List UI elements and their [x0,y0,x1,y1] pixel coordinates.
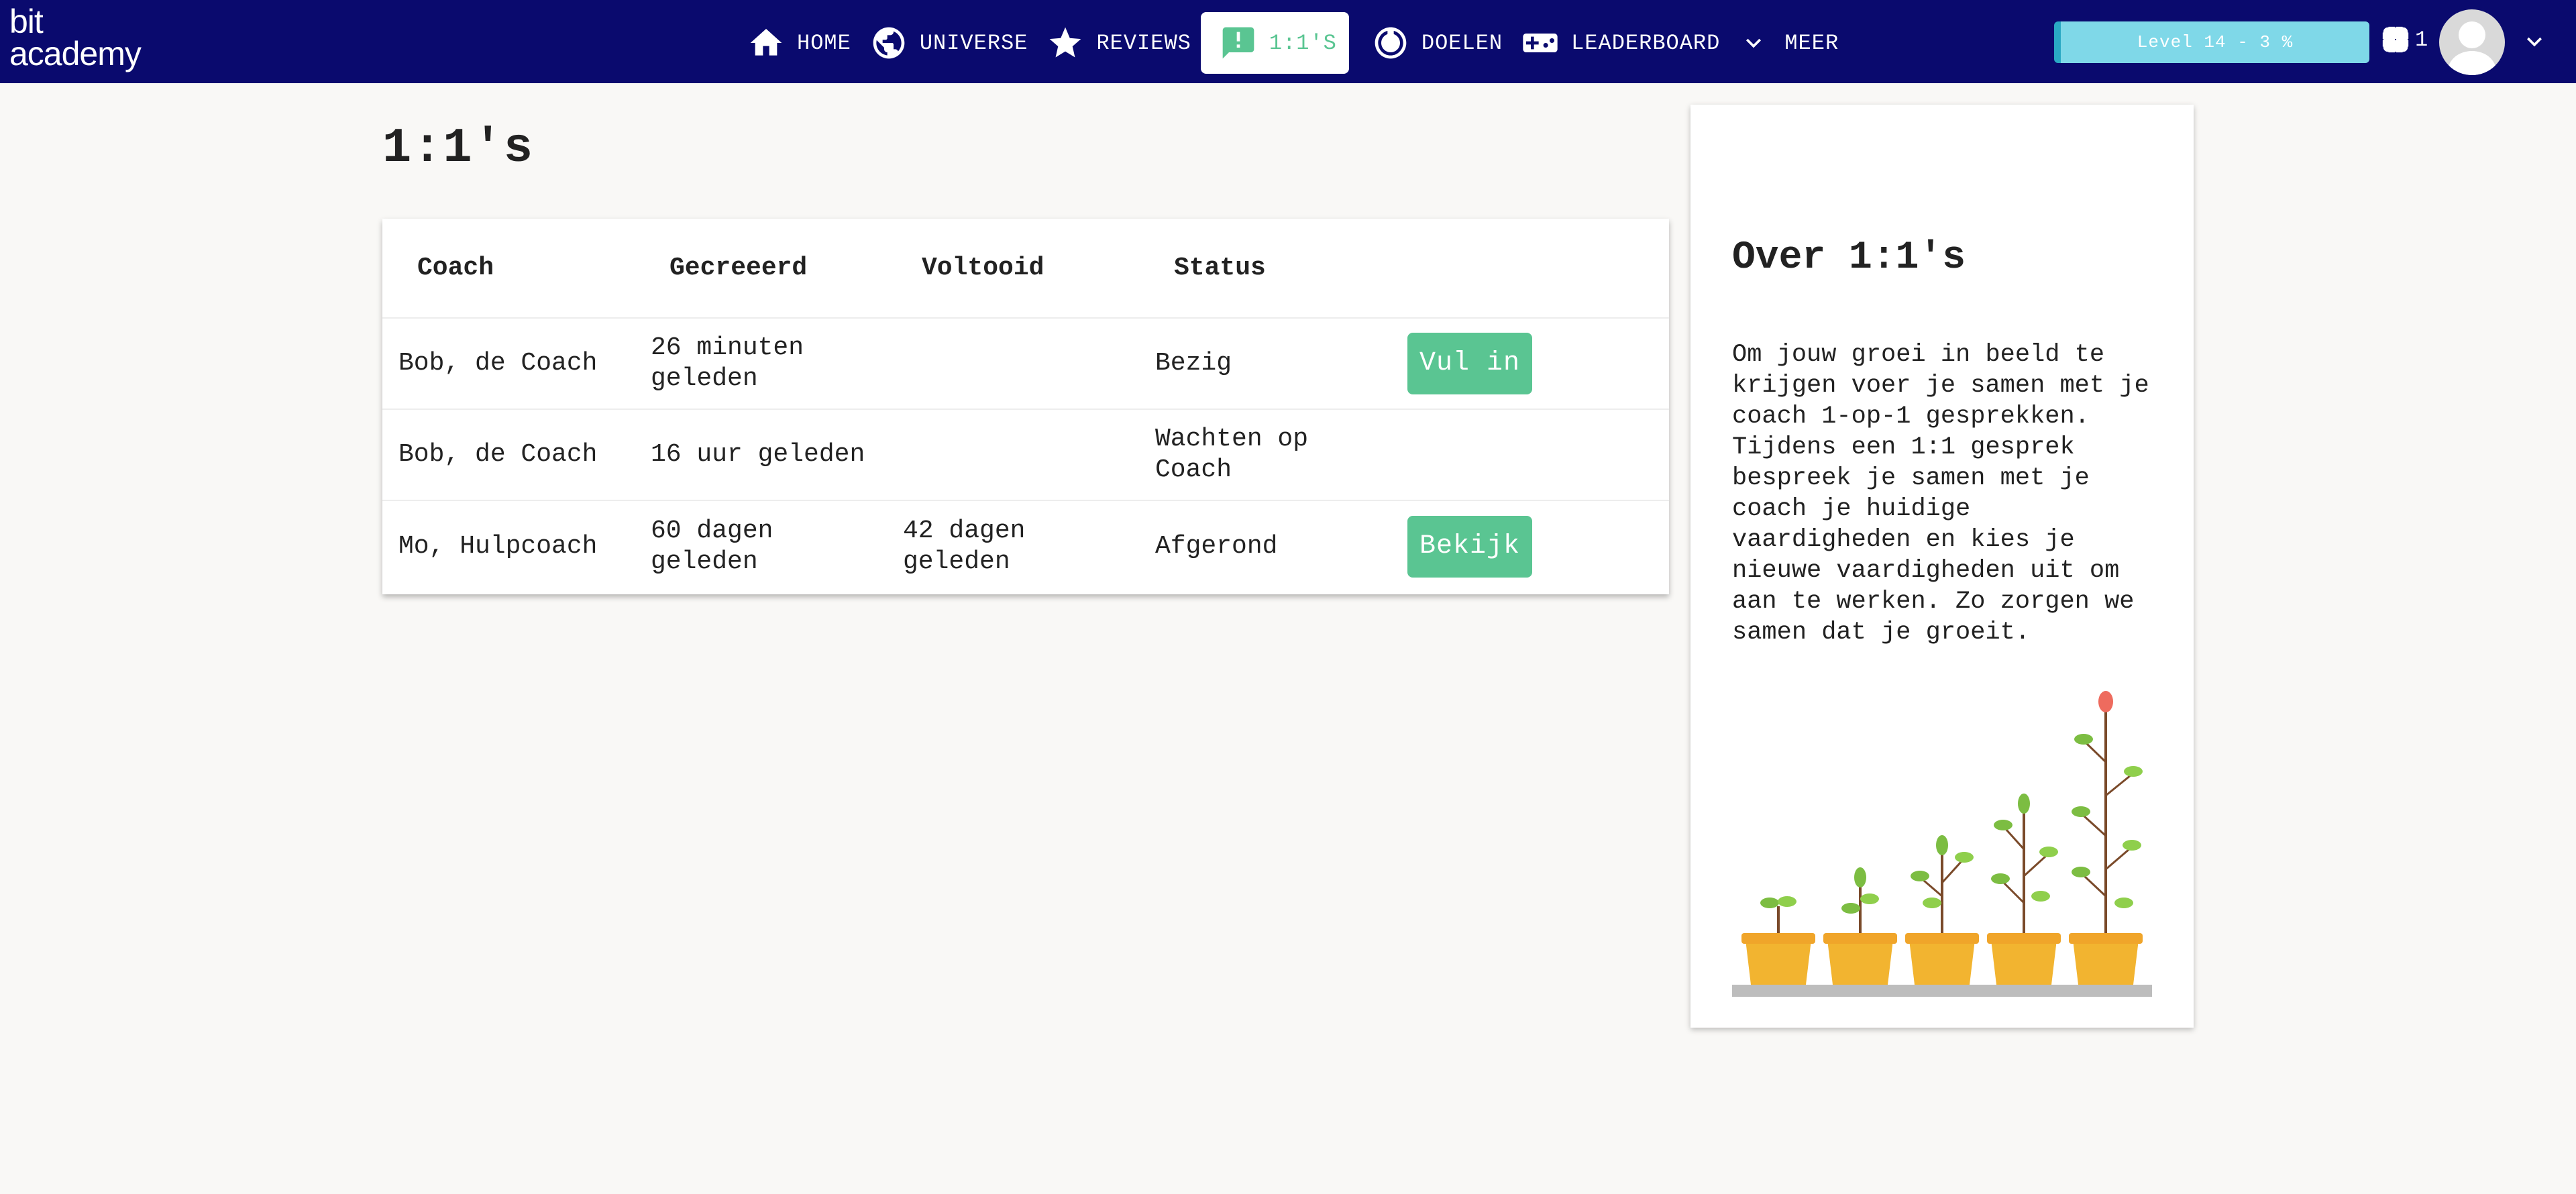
chip-count: 1 [2415,27,2428,52]
about-one-on-ones-card: Over 1:1's Om jouw groei in beeld te kri… [1690,105,2194,1028]
nav-reviews[interactable]: REVIEWS [1037,12,1200,74]
cell-status: Afgerond [1139,500,1391,592]
nav-doelen-label: DOELEN [1421,30,1503,56]
nav-reviews-label: REVIEWS [1096,30,1191,56]
nav-leaderboard-label: LEADERBOARD [1571,30,1721,56]
column-header-created: Gecreeerd [669,254,808,282]
nav-universe-label: UNIVERSE [919,30,1028,56]
level-progress-bar[interactable]: Level 14 - 3 % [2054,21,2369,63]
logo-line-1: bit [9,3,44,40]
star-icon [1050,27,1081,58]
nav-meer[interactable]: MEER [1729,12,1848,74]
nav-meer-label: MEER [1784,30,1839,56]
table-header-row: Coach Gecreeerd Voltooid Status [382,219,1669,318]
nav-one-on-ones[interactable]: 1:1'S [1200,12,1349,74]
nav-universe[interactable]: UNIVERSE [861,12,1038,74]
level-label: Level 14 - 3 % [2137,32,2294,52]
user-silhouette-icon [2448,21,2496,75]
pot-2 [1823,867,1897,985]
column-header-completed: Voltooid [922,254,1044,282]
about-title: Over 1:1's [1732,236,1966,280]
cell-action [1391,409,1669,500]
cell-status: Bezig [1139,317,1391,409]
logo-line-2: academy [9,35,142,72]
chevron-down-icon [1746,38,1762,48]
cell-action: Bekijk [1391,500,1669,592]
column-header-status: Status [1174,254,1266,282]
cell-created: 60 dagen geleden [635,500,887,592]
nav-one-on-ones-label: 1:1'S [1269,30,1337,56]
table-row: Bob, de Coach 26 minuten geleden Bezig V… [382,317,1669,409]
nav-home[interactable]: HOME [738,12,861,74]
cell-status: Wachten op Coach [1139,409,1391,500]
chip-counter[interactable]: 1 [2380,24,2428,55]
top-navigation-bar: bit academy HOME UNIVERSE REVIEWS 1:1'S … [0,0,2576,83]
avatar[interactable] [2439,9,2505,75]
table-row: Bob, de Coach 16 uur geleden Wachten op … [382,409,1669,500]
bit-academy-logo[interactable]: bit academy [9,3,142,72]
table-row: Mo, Hulpcoach 60 dagen geleden 42 dagen … [382,500,1669,592]
cell-coach: Bob, de Coach [382,409,635,500]
globe-icon [873,27,905,59]
pot-4 [1987,794,2061,985]
cell-completed: 42 dagen geleden [887,500,1139,592]
cell-completed [887,409,1139,500]
cell-coach: Mo, Hulpcoach [382,500,635,592]
nav-doelen[interactable]: DOELEN [1362,12,1512,74]
cell-coach: Bob, de Coach [382,317,635,409]
cell-created: 26 minuten geleden [635,317,887,409]
gamepad-icon [1523,34,1558,52]
cell-created: 16 uur geleden [635,409,887,500]
growing-plants-illustration [1732,691,2152,997]
about-text: Om jouw groei in beeld te krijgen voer j… [1732,341,2149,647]
pot-5 [2069,691,2143,985]
chevron-down-icon[interactable] [2520,27,2549,56]
fill-in-button[interactable]: Vul in [1407,333,1533,394]
pot-1 [1741,896,1815,985]
cell-action: Vul in [1391,317,1669,409]
cell-completed [887,317,1139,409]
pot-3 [1905,835,1979,985]
view-button[interactable]: Bekijk [1407,515,1533,578]
home-icon [750,29,782,56]
chat-alert-icon [1222,27,1254,59]
main-nav: HOME UNIVERSE REVIEWS 1:1'S DOELEN LEADE… [738,12,1848,74]
one-on-ones-table: Coach Gecreeerd Voltooid Status Bob, de … [382,219,1669,592]
column-header-coach: Coach [417,254,494,282]
column-header-action [1391,219,1669,318]
chip-icon [2382,26,2409,53]
nav-leaderboard[interactable]: LEADERBOARD [1512,12,1729,74]
page-title: 1:1's [382,121,535,176]
one-on-ones-table-card: Coach Gecreeerd Voltooid Status Bob, de … [382,219,1669,594]
target-icon [1375,27,1407,59]
nav-home-label: HOME [797,30,851,56]
